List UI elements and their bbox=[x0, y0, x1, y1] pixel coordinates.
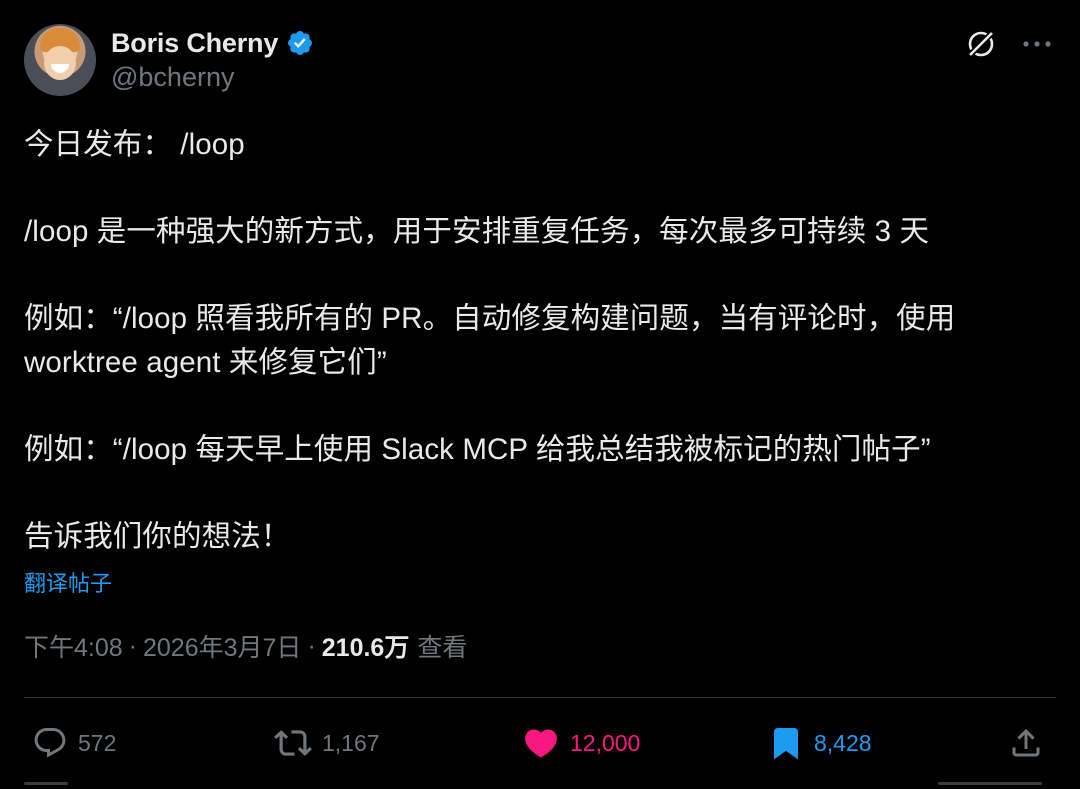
reply-icon bbox=[34, 728, 66, 758]
header-actions bbox=[962, 24, 1056, 64]
share-button[interactable] bbox=[1008, 716, 1044, 770]
translate-post-link[interactable]: 翻译帖子 bbox=[24, 566, 112, 598]
meta-separator: · bbox=[128, 631, 137, 660]
post-time[interactable]: 下午4:08 bbox=[24, 628, 123, 664]
heart-filled-icon bbox=[525, 729, 557, 758]
divider bbox=[24, 697, 1056, 698]
tweet-text: 今日发布： /loop /loop 是一种强大的新方式，用于安排重复任务，每次最… bbox=[24, 123, 1056, 558]
verified-badge-icon[interactable] bbox=[286, 29, 314, 57]
author-handle[interactable]: @bcherny bbox=[111, 62, 234, 93]
tweet-paragraph: 告诉我们你的想法！ bbox=[24, 519, 291, 553]
author-display-name[interactable]: Boris Cherny bbox=[111, 28, 278, 59]
tweet-paragraph: 例如：“/loop 照看我所有的 PR。自动修复构建问题，当有评论时，使用 wo… bbox=[24, 302, 956, 379]
tweet-paragraph: 今日发布： /loop bbox=[24, 128, 245, 161]
share-icon bbox=[1012, 728, 1040, 757]
avatar-face bbox=[44, 46, 76, 80]
reply-count: 572 bbox=[78, 729, 117, 756]
grok-button[interactable] bbox=[962, 25, 1000, 63]
author-name-row: Boris Cherny bbox=[111, 26, 314, 60]
tweet-meta: 下午4:08 · 2026年3月7日 · 210.6万 查看 bbox=[24, 628, 467, 664]
bookmark-filled-icon bbox=[774, 728, 798, 760]
tweet-paragraph: /loop 是一种强大的新方式，用于安排重复任务，每次最多可持续 3 天 bbox=[24, 215, 930, 248]
tweet-header: Boris Cherny @bcherny bbox=[24, 24, 1056, 98]
avatar[interactable] bbox=[24, 24, 96, 96]
views-count: 210.6万 bbox=[321, 634, 410, 662]
action-bar: 572 1,167 12,000 8,428 bbox=[24, 716, 1056, 770]
views-label: 查看 bbox=[417, 634, 468, 662]
repost-icon bbox=[274, 730, 312, 756]
like-count: 12,000 bbox=[570, 729, 641, 756]
repost-button[interactable]: 1,167 bbox=[274, 716, 380, 770]
like-button[interactable]: 12,000 bbox=[522, 716, 640, 770]
bookmark-button[interactable]: 8,428 bbox=[768, 716, 872, 770]
grok-slash-icon bbox=[966, 29, 996, 59]
post-date[interactable]: 2026年3月7日 bbox=[143, 628, 301, 664]
tweet-paragraph: 例如：“/loop 每天早上使用 Slack MCP 给我总结我被标记的热门帖子… bbox=[24, 432, 931, 466]
more-dots-icon bbox=[1023, 41, 1051, 47]
reply-button[interactable]: 572 bbox=[32, 716, 116, 770]
cut-off-next-row bbox=[24, 778, 1056, 789]
more-button[interactable] bbox=[1018, 25, 1056, 63]
repost-count: 1,167 bbox=[322, 729, 380, 756]
meta-separator: · bbox=[307, 631, 316, 660]
bookmark-count: 8,428 bbox=[814, 729, 872, 756]
